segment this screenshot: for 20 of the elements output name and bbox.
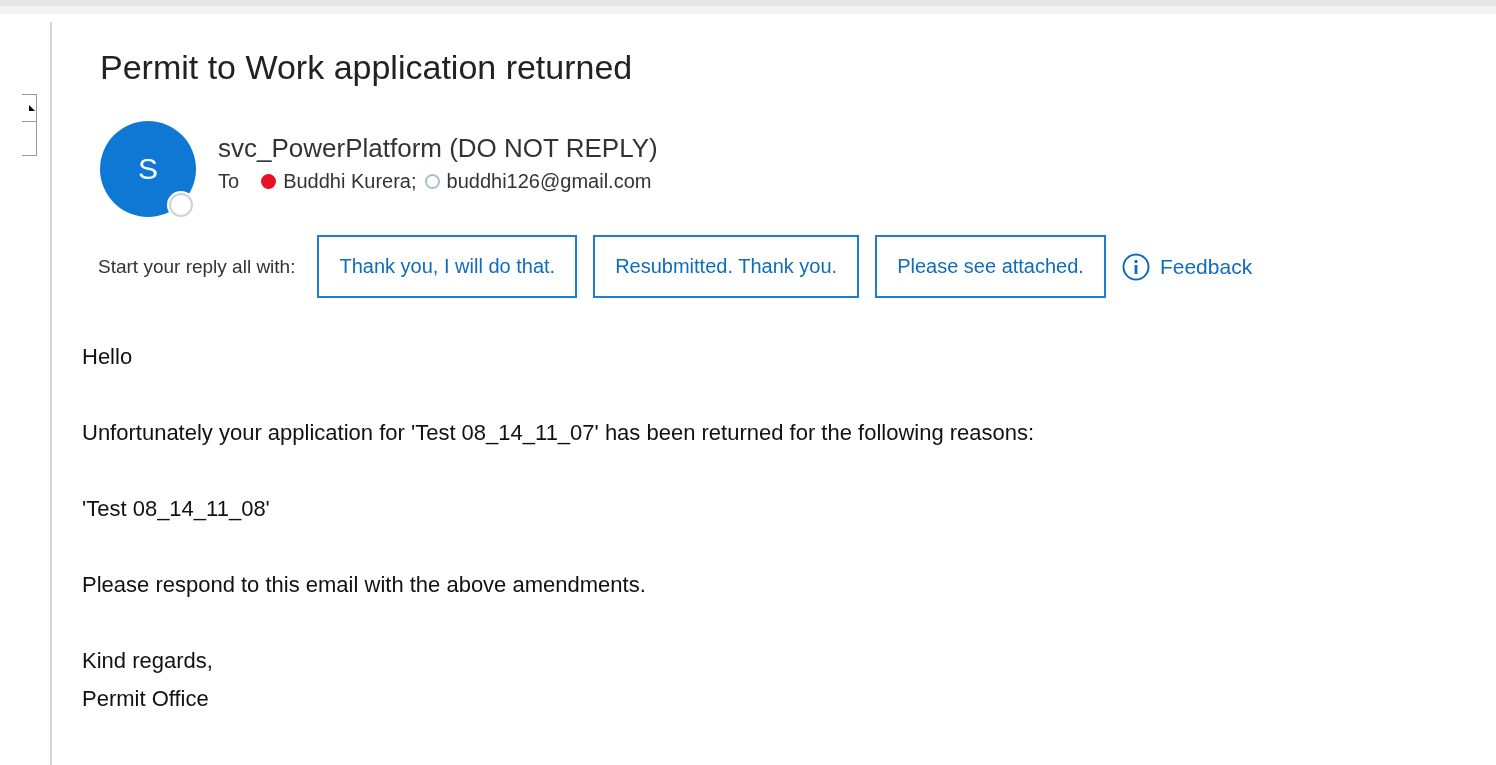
triangle-icon [28,104,36,112]
email-subject: Permit to Work application returned [100,48,634,87]
sender-name: svc_PowerPlatform (DO NOT REPLY) [218,133,659,164]
email-paragraph: Kind regards, Permit Office [82,647,214,713]
suggested-reply-button[interactable]: Please see attached. [875,235,1106,298]
recipient-name[interactable]: Buddhi Kurera; [283,170,417,193]
suggested-reply-button[interactable]: Resubmitted. Thank you. [593,235,860,298]
sender-avatar: S [100,121,196,217]
recipient-name[interactable]: buddhi126@gmail.com [446,170,652,193]
email-paragraph: 'Test 08_14_11_08' [82,495,271,523]
feedback-link[interactable]: Feedback [1159,254,1253,279]
presence-icon [169,193,193,217]
to-label: To [218,170,240,193]
info-icon [1121,252,1150,281]
suggested-replies-label: Start your reply all with: [98,255,296,278]
email-paragraph: Hello [82,343,134,371]
scroll-control[interactable] [22,94,37,156]
email-paragraph: Please respond to this email with the above amendments. [82,571,647,599]
email-paragraph: Unfortunately your application for 'Test 08_14_11_07' has been returned for the following reasons: [82,419,1036,447]
suggested-reply-button[interactable]: Thank you, I will do that. [317,235,578,298]
